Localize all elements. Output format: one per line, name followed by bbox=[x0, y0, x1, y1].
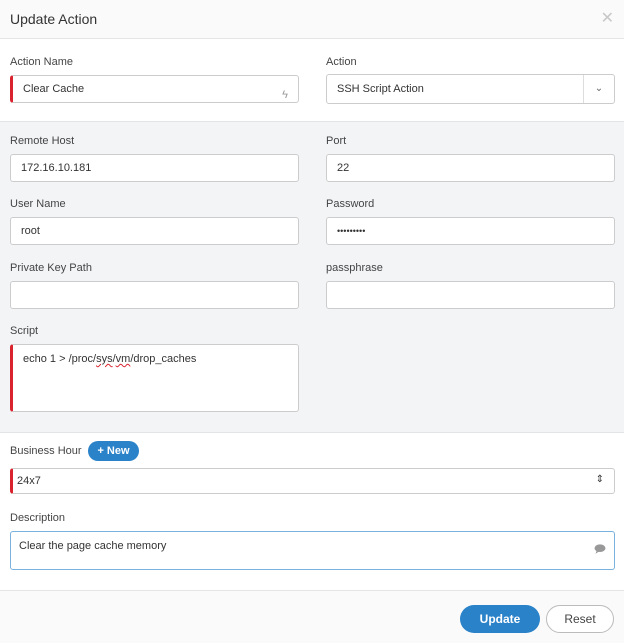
chevron-down-icon[interactable]: ⌄ bbox=[583, 75, 614, 103]
remote-host-label: Remote Host bbox=[10, 135, 75, 147]
business-hour-select[interactable]: 24x7 ⇕ bbox=[10, 468, 615, 494]
remote-host-input[interactable]: 172.16.10.181 bbox=[10, 154, 299, 182]
password-value: ••••••••• bbox=[337, 226, 366, 236]
script-text-part: echo 1 > /proc/ bbox=[23, 353, 97, 365]
description-value: Clear the page cache memory bbox=[19, 540, 167, 552]
close-icon[interactable]: ✕ bbox=[601, 8, 614, 28]
password-label: Password bbox=[326, 198, 375, 210]
comment-icon bbox=[594, 544, 606, 554]
script-textarea[interactable]: echo 1 > /proc/sys/vm/drop_caches bbox=[10, 344, 299, 412]
user-name-value: root bbox=[21, 225, 40, 237]
new-business-hour-button[interactable]: + New bbox=[88, 441, 139, 461]
update-action-dialog: Update Action ✕ Action Name Clear Cache … bbox=[0, 0, 624, 643]
lightning-icon: ϟ bbox=[282, 89, 288, 101]
script-text-part: /drop_caches bbox=[130, 353, 197, 365]
reset-button[interactable]: Reset bbox=[546, 605, 614, 633]
description-textarea[interactable]: Clear the page cache memory bbox=[10, 531, 615, 570]
action-label: Action bbox=[326, 56, 357, 68]
password-input[interactable]: ••••••••• bbox=[326, 217, 615, 245]
script-text-part: sys bbox=[96, 353, 113, 365]
action-name-label: Action Name bbox=[10, 56, 73, 68]
action-select[interactable]: SSH Script Action ⌄ bbox=[326, 74, 615, 104]
sort-arrows-icon: ⇕ bbox=[595, 474, 604, 485]
dialog-header: Update Action ✕ bbox=[0, 0, 624, 39]
update-button[interactable]: Update bbox=[460, 605, 540, 633]
port-label: Port bbox=[326, 135, 347, 147]
passphrase-input[interactable] bbox=[326, 281, 615, 309]
dialog-title: Update Action bbox=[10, 11, 98, 27]
port-input[interactable]: 22 bbox=[326, 154, 615, 182]
port-value: 22 bbox=[337, 162, 350, 174]
action-name-value: Clear Cache bbox=[23, 83, 85, 95]
private-key-label: Private Key Path bbox=[10, 262, 92, 274]
user-name-input[interactable]: root bbox=[10, 217, 299, 245]
script-text-part: vm bbox=[115, 353, 131, 365]
business-hour-label: Business Hour bbox=[10, 445, 82, 457]
description-label: Description bbox=[10, 512, 66, 524]
remote-host-value: 172.16.10.181 bbox=[21, 162, 92, 174]
private-key-input[interactable] bbox=[10, 281, 299, 309]
action-name-input[interactable]: Clear Cache ϟ bbox=[10, 75, 299, 103]
passphrase-label: passphrase bbox=[326, 262, 383, 274]
user-name-label: User Name bbox=[10, 198, 66, 210]
business-hour-value: 24x7 bbox=[17, 475, 41, 487]
action-select-value: SSH Script Action bbox=[337, 83, 424, 95]
script-label: Script bbox=[10, 325, 39, 337]
